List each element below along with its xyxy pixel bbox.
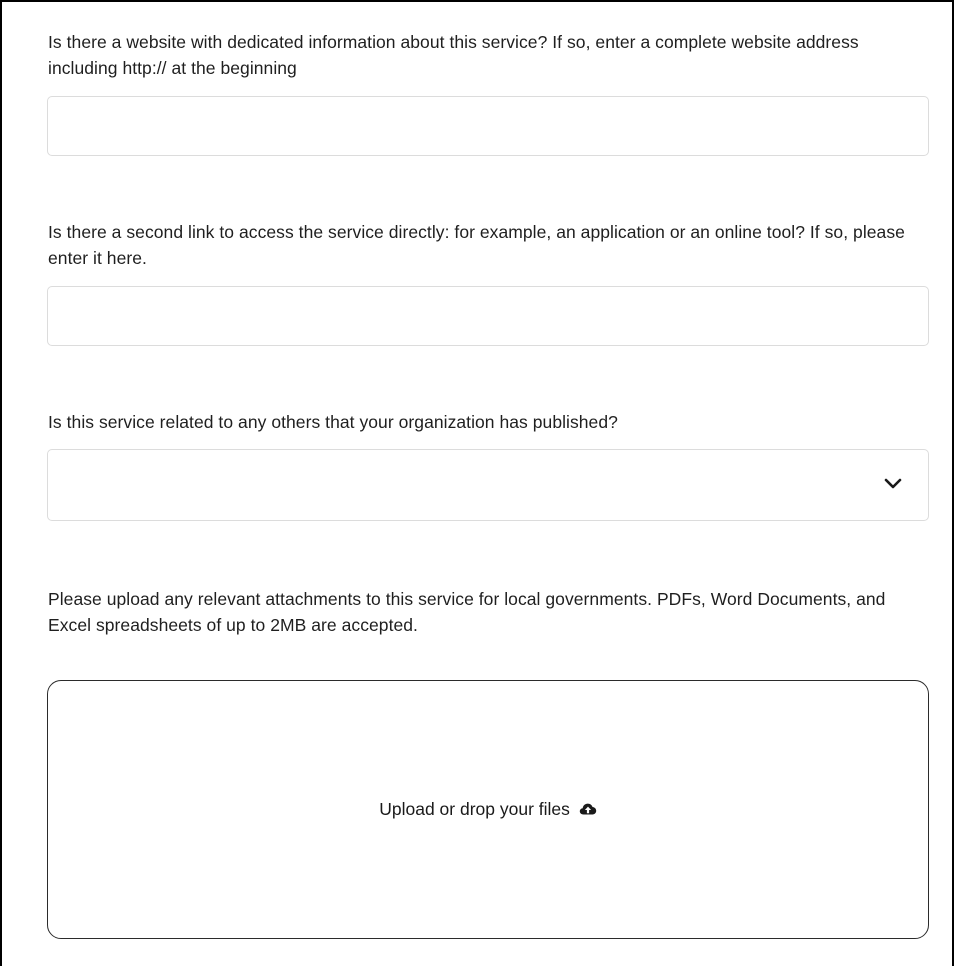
cloud-upload-icon <box>579 803 596 815</box>
website-url-input[interactable] <box>47 96 929 156</box>
upload-label: Upload or drop your files <box>379 799 570 819</box>
attachments-question-label: Please upload any relevant attachments t… <box>48 589 886 635</box>
chevron-down-icon <box>884 478 902 489</box>
related-services-select[interactable] <box>47 449 929 521</box>
file-upload-dropzone[interactable]: Upload or drop your files <box>47 680 929 939</box>
upload-label-wrap: Upload or drop your files <box>48 799 928 820</box>
website-question-label: Is there a website with dedicated inform… <box>48 32 859 78</box>
second-link-input[interactable] <box>47 286 929 346</box>
second-link-question-label: Is there a second link to access the ser… <box>48 222 905 268</box>
related-services-question-label: Is this service related to any others th… <box>48 412 618 432</box>
